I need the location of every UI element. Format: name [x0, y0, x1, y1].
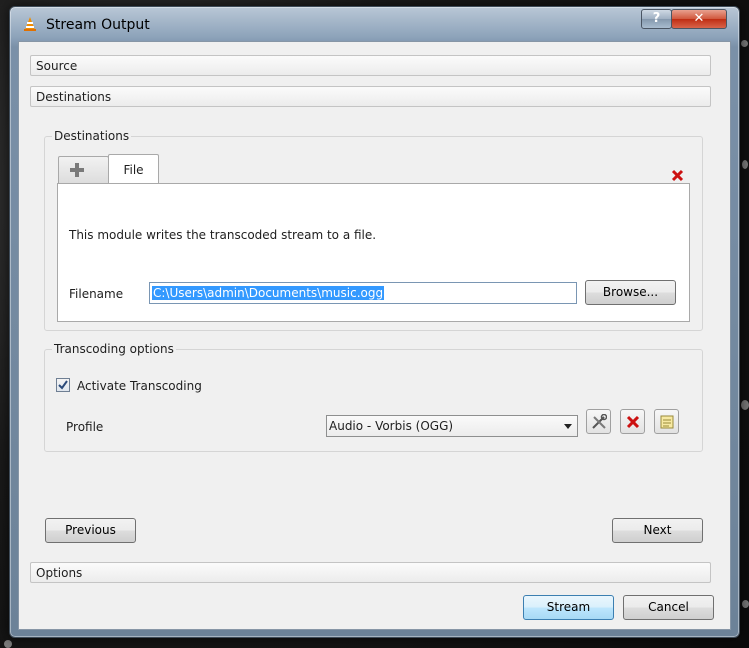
- help-button[interactable]: ?: [641, 9, 672, 29]
- checkmark-icon: [58, 380, 68, 390]
- stream-output-window: Stream Output ? ✕ Source Destinations De…: [9, 6, 740, 638]
- profile-label: Profile: [66, 420, 104, 434]
- cancel-button[interactable]: Cancel: [623, 595, 714, 620]
- profile-select[interactable]: Audio - Vorbis (OGG): [326, 415, 578, 437]
- title-bar[interactable]: Stream Output ? ✕: [10, 7, 739, 39]
- new-profile-icon: [660, 415, 674, 429]
- stream-button[interactable]: Stream: [523, 595, 614, 620]
- tab-add-destination[interactable]: [58, 156, 109, 184]
- vlc-cone-icon: [24, 17, 36, 31]
- dialog-body: Source Destinations Destinations File Th…: [18, 41, 731, 630]
- profile-selected-value: Audio - Vorbis (OGG): [329, 419, 454, 433]
- section-options[interactable]: Options: [30, 562, 711, 583]
- section-source[interactable]: Source: [30, 55, 711, 76]
- section-destinations[interactable]: Destinations: [30, 86, 711, 107]
- delete-icon: [626, 415, 640, 429]
- browse-button[interactable]: Browse...: [585, 280, 676, 305]
- close-window-button[interactable]: ✕: [671, 9, 727, 29]
- module-description: This module writes the transcoded stream…: [69, 228, 377, 242]
- edit-profile-button[interactable]: [586, 409, 611, 434]
- tools-icon: [592, 414, 607, 429]
- tab-file[interactable]: File: [108, 154, 159, 184]
- chevron-down-icon: [564, 424, 572, 429]
- transcoding-group-title: Transcoding options: [52, 342, 176, 356]
- remove-destination-icon[interactable]: [671, 169, 684, 182]
- delete-profile-button[interactable]: [620, 409, 645, 434]
- previous-button[interactable]: Previous: [45, 518, 136, 543]
- destinations-group-title: Destinations: [52, 129, 132, 143]
- next-button[interactable]: Next: [612, 518, 703, 543]
- window-title: Stream Output: [46, 17, 150, 33]
- activate-transcoding-checkbox[interactable]: [56, 378, 70, 392]
- file-tab-panel: This module writes the transcoded stream…: [57, 183, 690, 322]
- plus-icon: [70, 163, 84, 177]
- filename-input[interactable]: C:\Users\admin\Documents\music.ogg: [149, 282, 577, 304]
- activate-transcoding-label: Activate Transcoding: [77, 379, 202, 393]
- filename-value: C:\Users\admin\Documents\music.ogg: [152, 286, 385, 300]
- filename-label: Filename: [69, 287, 124, 301]
- new-profile-button[interactable]: [654, 409, 679, 434]
